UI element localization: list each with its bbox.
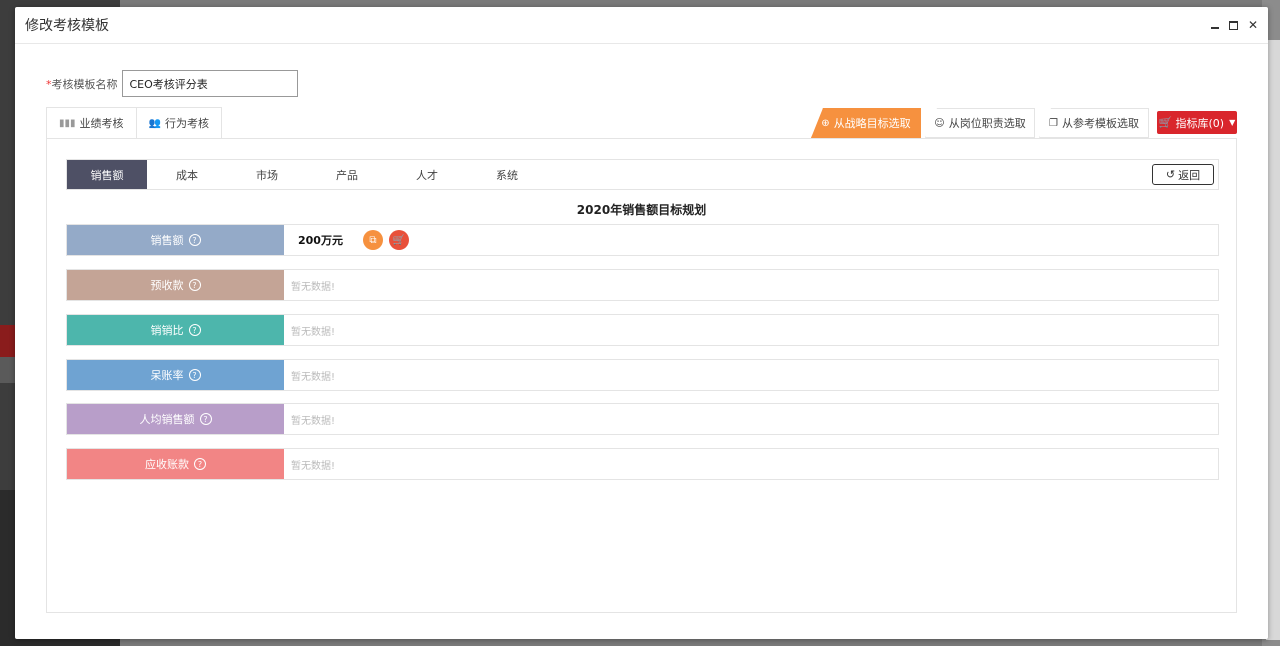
metric-value: 暂无数据! xyxy=(284,270,1218,300)
help-icon[interactable]: ? xyxy=(188,369,201,381)
tab-behavior[interactable]: 👥 行为考核 xyxy=(136,107,222,138)
empty-text: 暂无数据! xyxy=(291,326,336,338)
help-icon[interactable]: ? xyxy=(199,413,212,425)
empty-text: 暂无数据! xyxy=(291,371,336,383)
metric-row: 人均销售额 ? 暂无数据! xyxy=(66,403,1219,435)
indicator-library-button[interactable]: 🛒 指标库(0) ▼ xyxy=(1157,111,1237,134)
metric-label: 销销比 ? xyxy=(67,315,284,345)
tab-system[interactable]: 系统 xyxy=(467,160,547,189)
tab-from-reference[interactable]: ❐ 从参考模板选取 xyxy=(1039,108,1149,138)
plan-title: 2020年销售额目标规划 xyxy=(576,203,707,217)
metric-value: 200万元 ⧉ 🛒 xyxy=(284,225,1218,255)
modal-header: 修改考核模板 xyxy=(15,7,1268,44)
back-button[interactable]: ↺ 返回 xyxy=(1152,164,1214,185)
crosshair-icon: ⊕ xyxy=(821,117,830,129)
help-icon[interactable]: ? xyxy=(188,324,201,336)
copy-icon[interactable]: ⧉ xyxy=(362,230,383,250)
metric-value: 暂无数据! xyxy=(284,404,1218,434)
metric-value: 暂无数据! xyxy=(284,449,1218,479)
metric-label: 预收款 ? xyxy=(67,270,284,300)
undo-icon: ↺ xyxy=(1165,168,1176,181)
tab-performance[interactable]: ▮▮▮ 业绩考核 xyxy=(46,107,137,138)
user-icon: ☺ xyxy=(934,117,945,129)
source-tabs: ⊕ 从战略目标选取 ☺ 从岗位职责选取 ❐ 从参考模板选取 xyxy=(811,108,1149,138)
tab-market[interactable]: 市场 xyxy=(227,160,307,189)
assessment-type-tabs: ▮▮▮ 业绩考核 👥 行为考核 xyxy=(46,107,222,138)
edit-template-modal: 修改考核模板 ✕ *考核模板名称 ▮▮▮ 业绩考核 👥 行为考核 ⊕ 从战略目标… xyxy=(15,7,1268,639)
metric-label: 销售额 ? xyxy=(67,225,284,255)
metric-value-text: 200万元 xyxy=(298,234,343,247)
tab-product[interactable]: 产品 xyxy=(307,160,387,189)
metric-label: 人均销售额 ? xyxy=(67,404,284,434)
metric-row: 销销比 ? 暂无数据! xyxy=(66,314,1219,346)
bar-chart-icon: ▮▮▮ xyxy=(59,117,76,129)
tab-talent[interactable]: 人才 xyxy=(387,160,467,189)
template-name-label: *考核模板名称 xyxy=(46,77,118,91)
metric-value: 暂无数据! xyxy=(284,360,1218,390)
window-controls: ✕ xyxy=(1210,19,1258,31)
empty-text: 暂无数据! xyxy=(291,281,336,293)
template-name-input[interactable] xyxy=(121,70,298,97)
category-tabs: 销售额 成本 市场 产品 人才 系统 ↺ 返回 xyxy=(66,159,1219,190)
cart-icon: 🛒 xyxy=(1158,116,1173,129)
modal-title: 修改考核模板 xyxy=(25,18,109,34)
template-name-row: *考核模板名称 xyxy=(46,70,298,97)
chevron-down-icon: ▼ xyxy=(1229,118,1236,127)
metric-label: 应收账款 ? xyxy=(67,449,284,479)
metric-label: 呆账率 ? xyxy=(67,360,284,390)
copy-icon: ❐ xyxy=(1049,117,1058,129)
metric-row: 应收账款 ? 暂无数据! xyxy=(66,448,1219,480)
help-icon[interactable]: ? xyxy=(194,458,206,470)
help-icon[interactable]: ? xyxy=(188,279,201,291)
users-icon: 👥 xyxy=(148,117,161,129)
minimize-icon[interactable] xyxy=(1210,27,1219,29)
tab-from-position[interactable]: ☺ 从岗位职责选取 xyxy=(925,108,1035,138)
maximize-icon[interactable] xyxy=(1228,20,1238,30)
empty-text: 暂无数据! xyxy=(291,415,336,427)
metric-row: 销售额 ? 200万元 ⧉ 🛒 xyxy=(66,224,1219,256)
cart-icon[interactable]: 🛒 xyxy=(388,230,409,250)
metric-row: 预收款 ? 暂无数据! xyxy=(66,269,1219,301)
close-icon[interactable]: ✕ xyxy=(1248,19,1258,31)
empty-text: 暂无数据! xyxy=(291,460,336,472)
metric-value: 暂无数据! xyxy=(284,315,1218,345)
metric-row: 呆账率 ? 暂无数据! xyxy=(66,359,1219,391)
help-icon[interactable]: ? xyxy=(188,234,201,246)
tab-sales[interactable]: 销售额 xyxy=(67,160,147,189)
tab-cost[interactable]: 成本 xyxy=(147,160,227,189)
content-panel: 销售额 成本 市场 产品 人才 系统 ↺ 返回 2020年销售额目标规划 销售额… xyxy=(46,138,1237,613)
tab-from-strategy[interactable]: ⊕ 从战略目标选取 xyxy=(811,108,921,138)
